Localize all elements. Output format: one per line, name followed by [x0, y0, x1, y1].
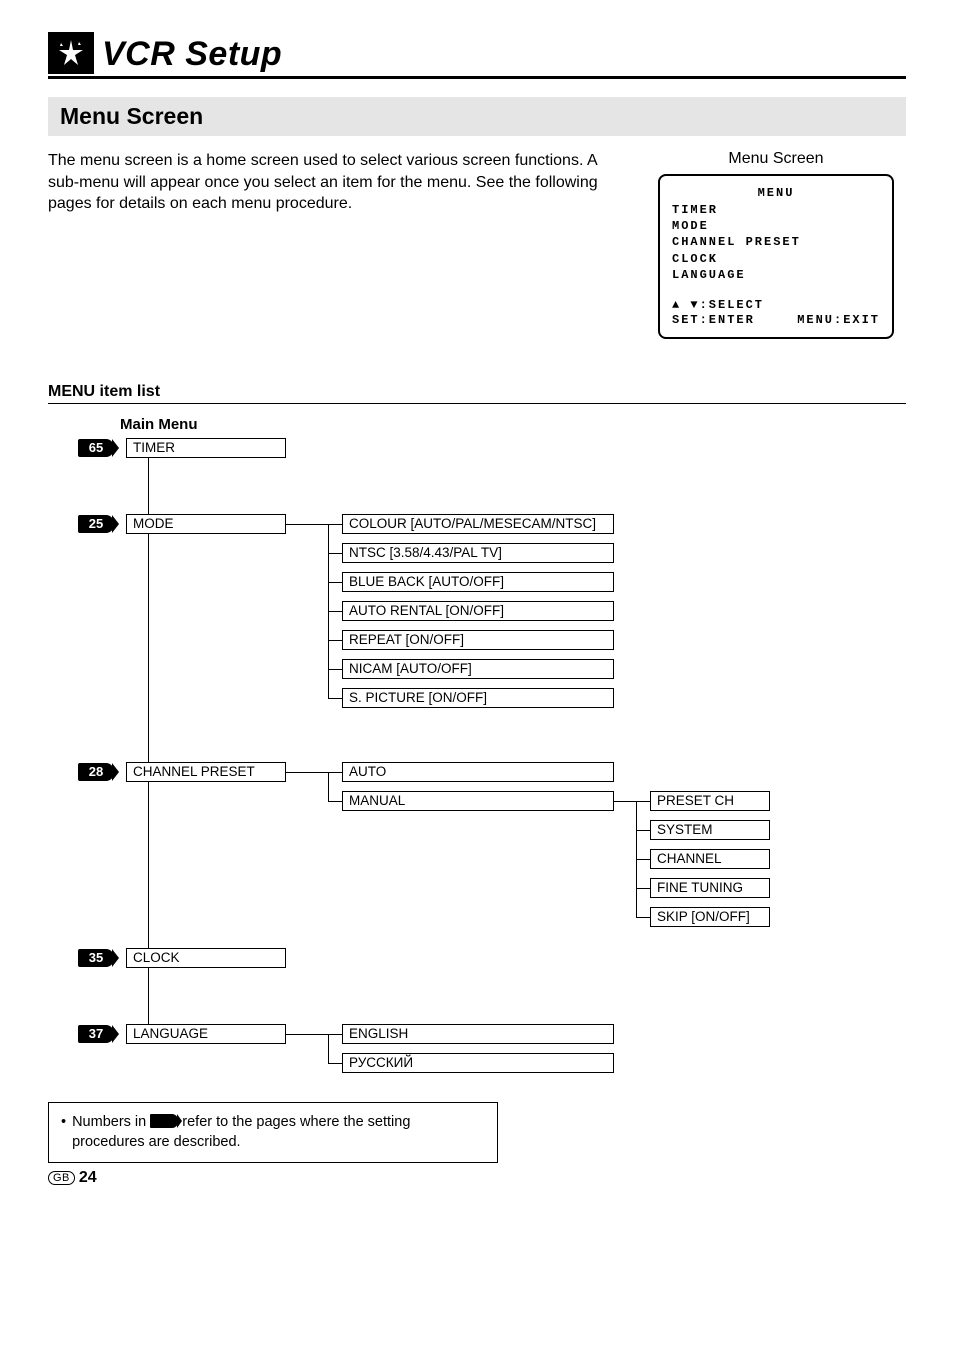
- page-footer: GB 24: [48, 1169, 97, 1187]
- region-badge: GB: [48, 1171, 75, 1185]
- note-pre: Numbers in: [72, 1114, 150, 1130]
- menu-sub-box: MANUAL: [342, 791, 614, 811]
- menu-box-timer: TIMER: [126, 438, 286, 458]
- menu-sub-box: AUTO RENTAL [ON/OFF]: [342, 601, 614, 621]
- menu-sub2-box: CHANNEL: [650, 849, 770, 869]
- page-ref: 37: [78, 1025, 114, 1043]
- menu-sub-box: NTSC [3.58/4.43/PAL TV]: [342, 543, 614, 563]
- section-heading: Menu Screen: [48, 97, 906, 136]
- osd-item: LANGUAGE: [672, 267, 880, 283]
- page-header: VCR Setup: [48, 32, 906, 79]
- bullet-icon: •: [61, 1113, 66, 1152]
- menu-sub2-box: SKIP [ON/OFF]: [650, 907, 770, 927]
- page-ref-icon: [150, 1114, 178, 1128]
- page-number: 24: [79, 1169, 97, 1187]
- menu-sub-box: COLOUR [AUTO/PAL/MESECAM/NTSC]: [342, 514, 614, 534]
- page-ref: 35: [78, 949, 114, 967]
- note-box: • Numbers in refer to the pages where th…: [48, 1102, 498, 1163]
- osd-item: TIMER: [672, 202, 880, 218]
- page-title: VCR Setup: [102, 35, 282, 74]
- menu-box-channel-preset: CHANNEL PRESET: [126, 762, 286, 782]
- osd-item: MODE: [672, 218, 880, 234]
- main-menu-label: Main Menu: [120, 416, 198, 433]
- menu-sub-box: S. PICTURE [ON/OFF]: [342, 688, 614, 708]
- intro-paragraph: The menu screen is a home screen used to…: [48, 150, 646, 215]
- osd-exit-hint: MENU:EXIT: [797, 313, 880, 327]
- osd-item: CLOCK: [672, 251, 880, 267]
- osd-caption: Menu Screen: [646, 150, 906, 168]
- menu-sub-box: NICAM [AUTO/OFF]: [342, 659, 614, 679]
- osd-column: Menu Screen MENU TIMER MODE CHANNEL PRES…: [646, 150, 906, 347]
- note-text: Numbers in refer to the pages where the …: [72, 1113, 485, 1152]
- menu-diagram: Main Menu 65 TIMER 25 MODE COLOUR [AUTO/…: [68, 416, 828, 1086]
- intro-row: The menu screen is a home screen used to…: [48, 150, 906, 347]
- osd-set-hint: SET:ENTER: [672, 313, 755, 327]
- menu-sub-box: ENGLISH: [342, 1024, 614, 1044]
- page-ref: 25: [78, 515, 114, 533]
- osd-title: MENU: [672, 186, 880, 200]
- menu-box-language: LANGUAGE: [126, 1024, 286, 1044]
- menu-sub-box: РУССКИЙ: [342, 1053, 614, 1073]
- vcr-setup-icon: [48, 32, 94, 74]
- osd-item: CHANNEL PRESET: [672, 234, 880, 250]
- menu-sub-box: BLUE BACK [AUTO/OFF]: [342, 572, 614, 592]
- page-ref: 65: [78, 439, 114, 457]
- osd-select-hint: ▲ ▼:SELECT: [672, 297, 880, 313]
- menu-sub2-box: PRESET CH: [650, 791, 770, 811]
- osd-screen: MENU TIMER MODE CHANNEL PRESET CLOCK LAN…: [658, 174, 894, 339]
- menu-sub2-box: SYSTEM: [650, 820, 770, 840]
- menu-item-list-heading: MENU item list: [48, 383, 906, 404]
- menu-sub2-box: FINE TUNING: [650, 878, 770, 898]
- page-ref: 28: [78, 763, 114, 781]
- menu-box-mode: MODE: [126, 514, 286, 534]
- menu-sub-box: AUTO: [342, 762, 614, 782]
- menu-box-clock: CLOCK: [126, 948, 286, 968]
- menu-sub-box: REPEAT [ON/OFF]: [342, 630, 614, 650]
